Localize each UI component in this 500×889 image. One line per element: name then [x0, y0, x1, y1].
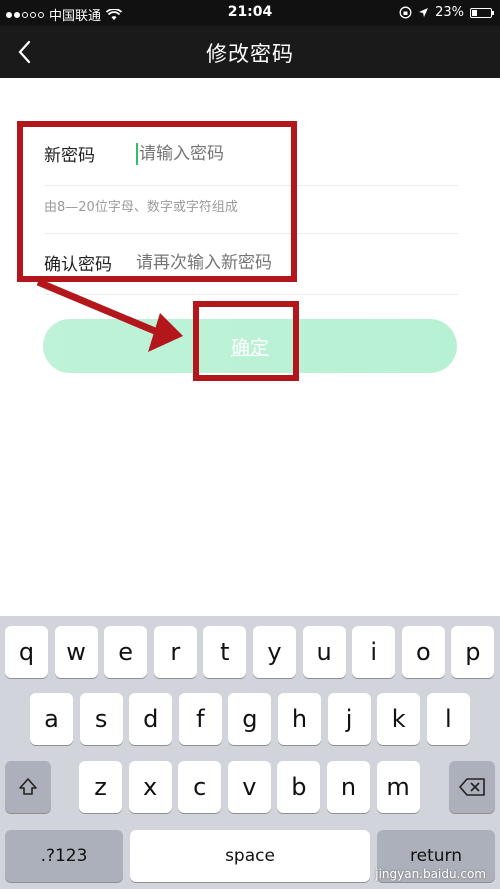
key-a[interactable]: a	[30, 693, 73, 745]
key-u[interactable]: u	[302, 626, 346, 678]
key-p[interactable]: p	[451, 626, 495, 678]
shift-key[interactable]	[5, 761, 51, 813]
key-q[interactable]: q	[5, 626, 48, 678]
key-x[interactable]: x	[128, 761, 172, 813]
backspace-key[interactable]	[449, 761, 495, 813]
backspace-icon	[459, 778, 485, 796]
key-z[interactable]: z	[79, 761, 122, 813]
key-t[interactable]: t	[203, 626, 247, 678]
key-b[interactable]: b	[277, 761, 321, 813]
key-e[interactable]: e	[104, 626, 148, 678]
key-s[interactable]: s	[79, 693, 123, 745]
key-m[interactable]: m	[376, 761, 420, 813]
space-key[interactable]: space	[130, 830, 370, 882]
keyboard: qwertyuiop asdfghjkl zxcvbnm .?123 space…	[0, 616, 500, 889]
shift-icon	[19, 778, 37, 795]
key-w[interactable]: w	[54, 626, 98, 678]
key-n[interactable]: n	[327, 761, 370, 813]
key-v[interactable]: v	[227, 761, 271, 813]
key-d[interactable]: d	[129, 693, 173, 745]
key-r[interactable]: r	[153, 626, 197, 678]
key-g[interactable]: g	[228, 693, 272, 745]
key-i[interactable]: i	[352, 626, 396, 678]
numbers-key[interactable]: .?123	[5, 830, 123, 882]
key-h[interactable]: h	[278, 693, 321, 745]
key-o[interactable]: o	[401, 626, 445, 678]
key-c[interactable]: c	[178, 761, 222, 813]
key-y[interactable]: y	[253, 626, 296, 678]
key-k[interactable]: k	[377, 693, 421, 745]
key-j[interactable]: j	[327, 693, 371, 745]
key-l[interactable]: l	[426, 693, 470, 745]
key-f[interactable]: f	[178, 693, 222, 745]
watermark: jingyan.baidu.com	[375, 867, 486, 881]
